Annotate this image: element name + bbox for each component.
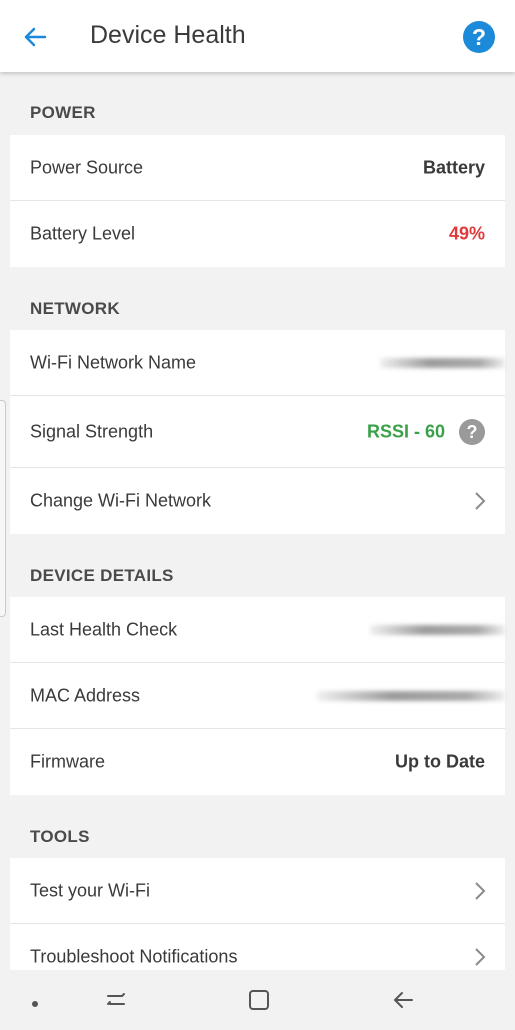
test-wifi-row[interactable]: Test your Wi-Fi [10, 858, 505, 924]
battery-level-value: 49% [448, 223, 485, 244]
power-source-row: Power Source Battery [10, 135, 505, 201]
firmware-label: Firmware [30, 751, 105, 772]
wifi-name-redacted [380, 357, 505, 368]
last-health-check-row: Last Health Check [10, 597, 505, 663]
chevron-right-icon [475, 492, 486, 510]
signal-help-icon[interactable]: ? [459, 418, 485, 445]
troubleshoot-notifications-row[interactable]: Troubleshoot Notifications [10, 924, 505, 970]
section-header-device-details: DEVICE DETAILS [30, 566, 174, 585]
last-health-check-label: Last Health Check [30, 619, 178, 639]
change-wifi-label: Change Wi-Fi Network [30, 490, 212, 511]
home-button[interactable] [245, 986, 273, 1019]
section-header-network: NETWORK [30, 299, 120, 318]
dot-icon [32, 1001, 38, 1007]
signal-strength-value: RSSI - 60 [366, 421, 445, 441]
mac-address-row: MAC Address [10, 663, 505, 729]
chevron-right-icon [475, 947, 486, 966]
firmware-value: Up to Date [395, 751, 485, 772]
test-wifi-label: Test your Wi-Fi [30, 880, 151, 900]
content-scroll[interactable]: POWER Power Source Battery Battery Level… [0, 72, 515, 970]
system-back-button[interactable] [389, 986, 417, 1019]
network-card: Wi-Fi Network Name Signal Strength RSSI … [10, 330, 505, 534]
edge-panel-handle[interactable] [0, 400, 6, 617]
section-header-power: POWER [30, 103, 96, 122]
home-icon [249, 990, 269, 1010]
signal-strength-row: Signal Strength RSSI - 60 ? [10, 396, 505, 468]
last-health-check-redacted [370, 624, 505, 635]
signal-strength-label: Signal Strength [30, 421, 154, 441]
system-nav-bar [0, 970, 515, 1030]
firmware-row: Firmware Up to Date [10, 729, 505, 795]
nav-dot[interactable] [30, 996, 40, 1014]
system-back-icon [394, 992, 413, 1008]
power-source-label: Power Source [30, 157, 144, 177]
change-wifi-row[interactable]: Change Wi-Fi Network [10, 468, 505, 534]
help-button[interactable]: ? [463, 21, 495, 53]
device-details-card: Last Health Check MAC Address Firmware U… [10, 597, 505, 795]
mac-address-redacted [317, 690, 505, 701]
wifi-name-row: Wi-Fi Network Name [10, 330, 505, 396]
back-button[interactable] [18, 20, 52, 54]
page-title: Device Health [90, 21, 246, 49]
power-card: Power Source Battery Battery Level 49% [10, 135, 505, 267]
power-source-value: Battery [422, 157, 485, 177]
help-icon: ? [471, 24, 487, 50]
recent-apps-icon [107, 993, 125, 1005]
tools-card: Test your Wi-Fi Troubleshoot Notificatio… [10, 858, 505, 970]
back-arrow-icon [24, 27, 47, 47]
mac-address-label: MAC Address [30, 685, 141, 705]
wifi-name-label: Wi-Fi Network Name [30, 352, 197, 372]
app-bar: Device Health ? [0, 0, 515, 72]
section-header-tools: TOOLS [30, 827, 90, 846]
battery-level-row: Battery Level 49% [10, 201, 505, 267]
chevron-right-icon [475, 881, 486, 900]
troubleshoot-notifications-label: Troubleshoot Notifications [30, 946, 238, 966]
recent-apps-button[interactable] [102, 986, 130, 1019]
battery-level-label: Battery Level [30, 223, 136, 244]
